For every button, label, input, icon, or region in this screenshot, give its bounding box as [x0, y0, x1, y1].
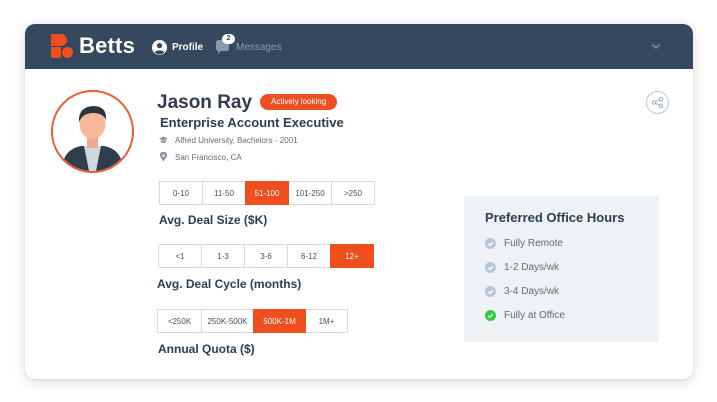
- map-pin-icon: [159, 152, 168, 162]
- check-circle-icon: [485, 238, 496, 249]
- deal-cycle-option[interactable]: 3-6: [244, 244, 288, 268]
- office-hours-panel: Preferred Office Hours Fully Remote 1-2 …: [464, 196, 659, 342]
- office-hours-title: Preferred Office Hours: [485, 210, 625, 225]
- deal-size-option[interactable]: >250: [331, 181, 375, 205]
- education-text: Alfred University, Bachelors - 2001: [175, 135, 298, 145]
- deal-cycle-selector[interactable]: <1 1-3 3-6 6-12 12+: [158, 244, 374, 268]
- office-hours-label: 3-4 Days/wk: [504, 286, 560, 297]
- nav-profile-label: Profile: [172, 41, 204, 53]
- deal-cycle-option[interactable]: 6-12: [287, 244, 331, 268]
- location-text: San Francisco, CA: [175, 152, 242, 162]
- check-circle-icon: [485, 310, 496, 321]
- graduation-cap-icon: [159, 136, 168, 144]
- deal-cycle-option[interactable]: 1-3: [201, 244, 245, 268]
- top-bar: Betts Profile 2 Messages: [25, 24, 693, 69]
- deal-size-label: Avg. Deal Size ($K): [159, 213, 268, 227]
- deal-size-option[interactable]: 51-100: [245, 181, 289, 205]
- check-circle-icon: [485, 262, 496, 273]
- location-row: San Francisco, CA: [159, 152, 242, 162]
- office-hours-label: Fully Remote: [504, 238, 563, 249]
- office-hours-option[interactable]: 3-4 Days/wk: [485, 286, 559, 297]
- chevron-down-icon[interactable]: [650, 40, 662, 52]
- deal-size-option[interactable]: 101-250: [288, 181, 332, 205]
- office-hours-option[interactable]: Fully Remote: [485, 238, 563, 249]
- messages-count-badge: 2: [222, 34, 235, 44]
- deal-cycle-option[interactable]: <1: [158, 244, 202, 268]
- share-button[interactable]: [646, 91, 669, 114]
- check-circle-icon: [485, 286, 496, 297]
- deal-size-option[interactable]: 11-50: [202, 181, 246, 205]
- deal-size-selector[interactable]: 0-10 11-50 51-100 101-250 >250: [159, 181, 375, 205]
- candidate-title: Enterprise Account Executive: [160, 115, 344, 130]
- nav-messages[interactable]: 2 Messages: [214, 34, 282, 57]
- messages-icon-wrap: 2: [214, 34, 235, 56]
- betts-logo-icon[interactable]: [51, 34, 73, 58]
- quota-label: Annual Quota ($): [158, 342, 255, 356]
- page-background: Betts Profile 2 Messages Jason Ray Activ…: [0, 0, 717, 402]
- quota-option[interactable]: 250K-500K: [201, 309, 254, 333]
- candidate-name: Jason Ray: [157, 92, 253, 113]
- user-icon: [152, 39, 167, 55]
- quota-option[interactable]: 1M+: [305, 309, 348, 333]
- share-icon: [651, 96, 664, 109]
- nav-profile[interactable]: Profile: [152, 38, 203, 56]
- office-hours-option[interactable]: 1-2 Days/wk: [485, 262, 559, 273]
- avatar-illustration: [53, 92, 132, 171]
- profile-card: Betts Profile 2 Messages Jason Ray Activ…: [25, 24, 693, 379]
- office-hours-label: 1-2 Days/wk: [504, 262, 560, 273]
- quota-option[interactable]: <250K: [157, 309, 202, 333]
- quota-option[interactable]: 500K-1M: [253, 309, 306, 333]
- deal-cycle-label: Avg. Deal Cycle (months): [157, 277, 302, 291]
- deal-cycle-option[interactable]: 12+: [330, 244, 374, 268]
- nav-messages-label: Messages: [236, 41, 282, 53]
- brand-name[interactable]: Betts: [79, 33, 135, 59]
- deal-size-option[interactable]: 0-10: [159, 181, 203, 205]
- quota-selector[interactable]: <250K 250K-500K 500K-1M 1M+: [157, 309, 348, 333]
- avatar: [51, 90, 134, 173]
- status-badge: Actively looking: [260, 94, 338, 110]
- office-hours-option[interactable]: Fully at Office: [485, 310, 565, 321]
- education-row: Alfred University, Bachelors - 2001: [159, 135, 298, 145]
- office-hours-label: Fully at Office: [504, 310, 565, 321]
